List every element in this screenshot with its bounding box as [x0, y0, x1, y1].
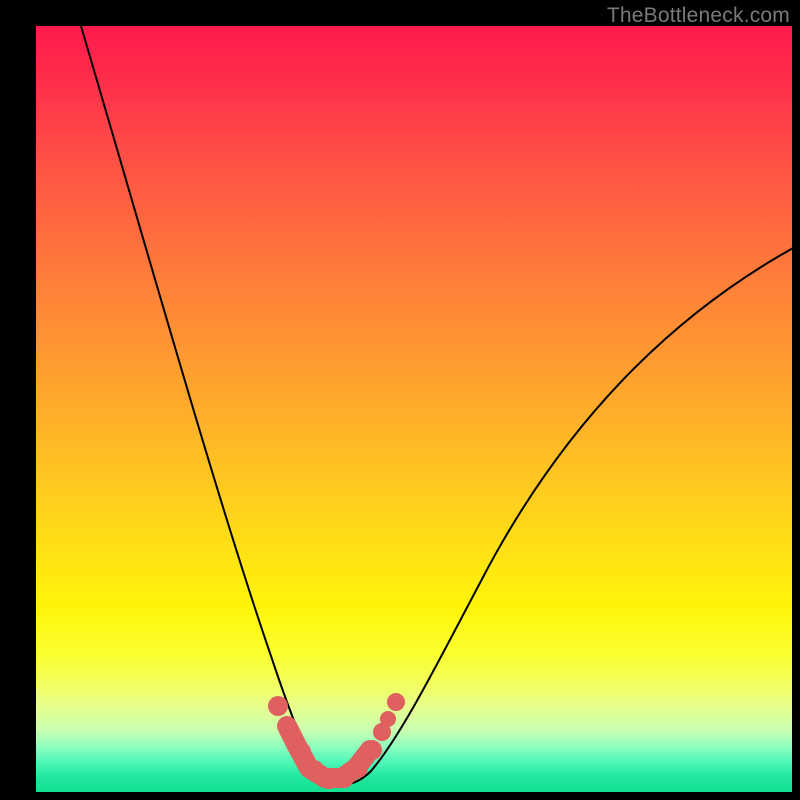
marker-dot	[362, 740, 382, 760]
marker-dot	[291, 742, 311, 762]
marker-dot	[279, 720, 299, 740]
marker-dot	[268, 696, 288, 716]
bottleneck-curve	[78, 16, 800, 784]
marker-dot	[380, 711, 396, 727]
chart-overlay	[36, 26, 792, 792]
watermark-text: TheBottleneck.com	[607, 4, 790, 28]
chart-frame: TheBottleneck.com	[0, 0, 800, 800]
marker-dot	[387, 693, 405, 711]
marker-dot	[348, 758, 368, 778]
